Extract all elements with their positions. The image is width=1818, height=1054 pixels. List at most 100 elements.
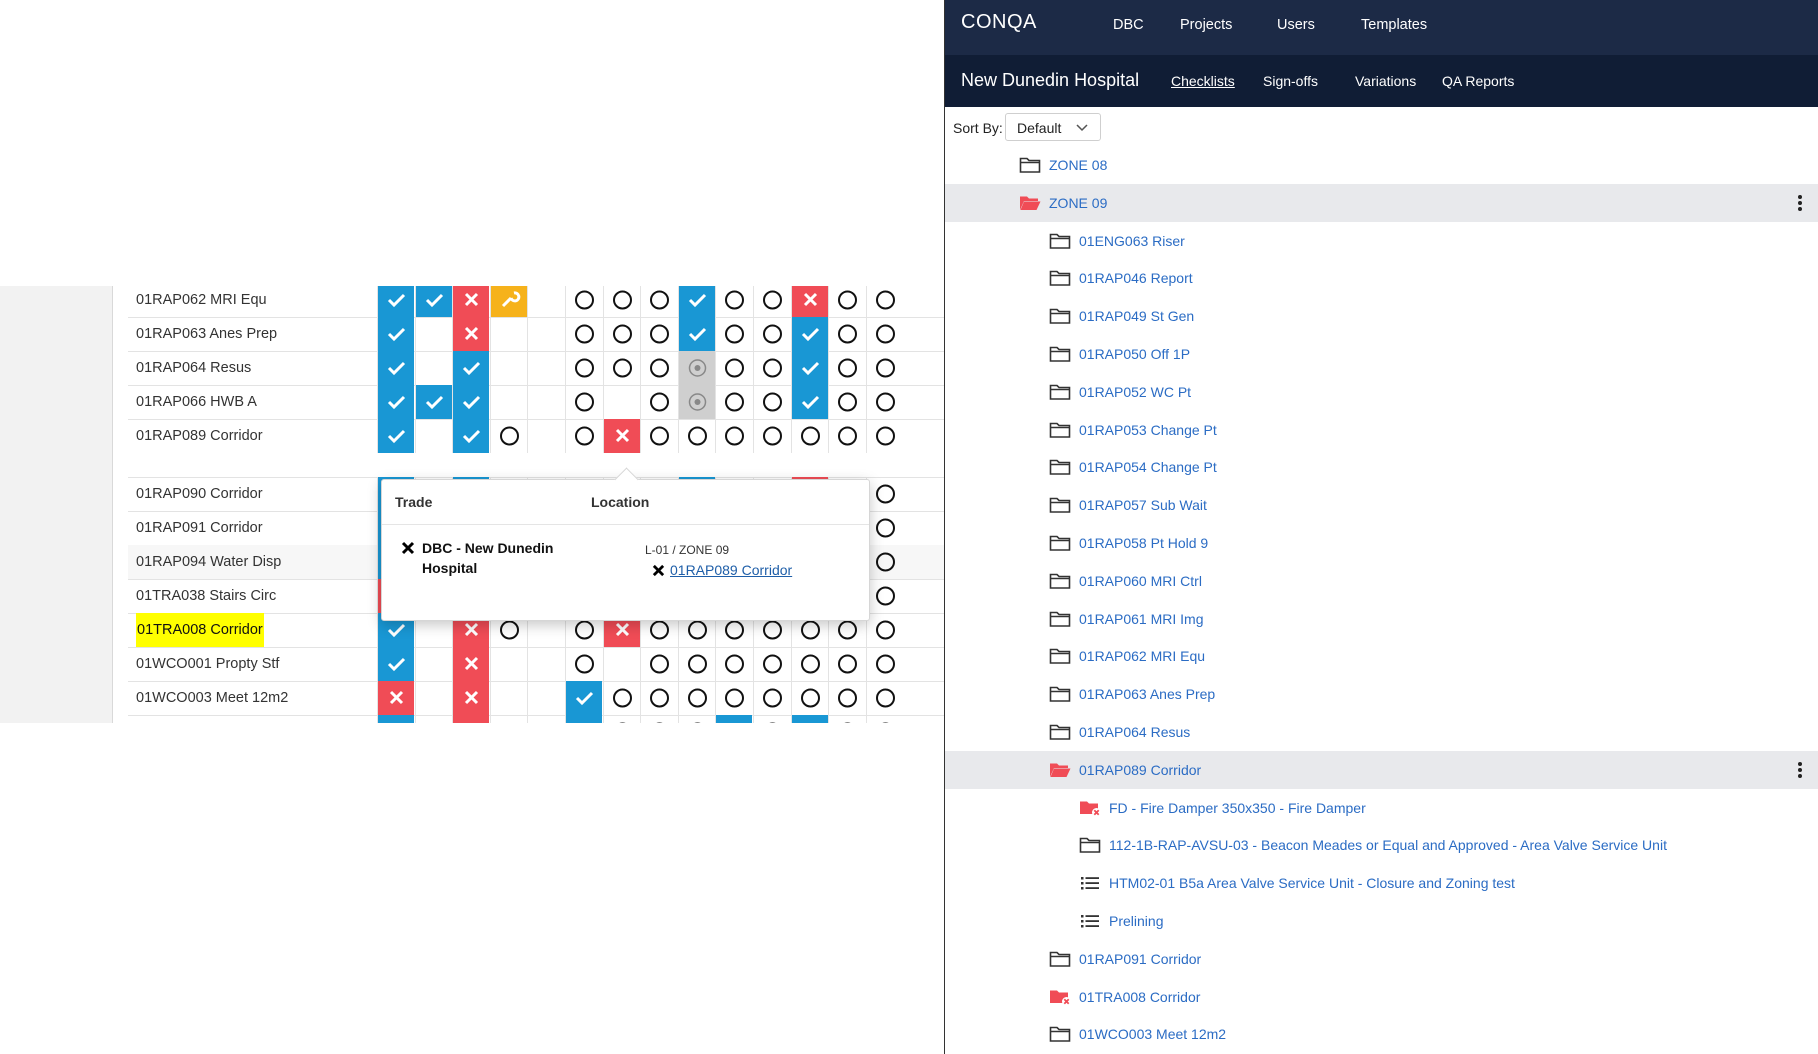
tree-item-label[interactable]: 01RAP053 Change Pt <box>1079 422 1217 438</box>
grid-row[interactable]: 01WCO003 Meet 12m2 <box>128 681 944 716</box>
status-cell[interactable] <box>414 647 452 681</box>
grid-row[interactable]: 01RAP066 HWB A <box>128 385 944 420</box>
status-cell[interactable] <box>677 286 715 317</box>
tree-item[interactable]: 01RAP062 MRI Equ <box>945 637 1818 675</box>
tree-item[interactable]: 01TRA008 Corridor <box>945 978 1818 1016</box>
status-cell[interactable] <box>602 419 640 453</box>
tree-item-label[interactable]: FD - Fire Damper 350x350 - Fire Damper <box>1109 800 1366 816</box>
row-label[interactable]: 01RAP063 Anes Prep <box>136 317 277 351</box>
tree-item-label[interactable]: 01RAP050 Off 1P <box>1079 346 1190 362</box>
row-label[interactable]: 01RAP066 HWB A <box>136 385 257 419</box>
row-label[interactable]: 01RAP094 Water Disp <box>136 545 281 579</box>
tree-item[interactable]: ZONE 08 <box>945 146 1818 184</box>
tab-checklists[interactable]: Checklists <box>1171 73 1235 89</box>
tree-item[interactable]: 01RAP049 St Gen <box>945 297 1818 335</box>
status-cell[interactable] <box>865 579 903 613</box>
status-cell[interactable] <box>677 681 715 715</box>
tree-item-label[interactable]: ZONE 08 <box>1049 157 1107 173</box>
grid-row[interactable]: 01RAP064 Resus <box>128 351 944 386</box>
status-cell[interactable] <box>377 715 414 723</box>
nav-users[interactable]: Users <box>1277 17 1315 33</box>
status-cell[interactable] <box>602 317 640 351</box>
tree-item-label[interactable]: 01RAP052 WC Pt <box>1079 384 1191 400</box>
status-cell[interactable] <box>753 715 790 723</box>
status-cell[interactable] <box>565 647 602 681</box>
tree-item-label[interactable]: Prelining <box>1109 913 1163 929</box>
grid-row[interactable]: 01RAP062 MRI Equ <box>128 286 944 318</box>
tree-item-label[interactable]: 01RAP060 MRI Ctrl <box>1079 573 1202 589</box>
status-cell[interactable] <box>865 351 903 385</box>
status-cell[interactable] <box>452 647 490 681</box>
tree-item-label[interactable]: 01ENG063 Riser <box>1079 233 1185 249</box>
status-cell[interactable] <box>489 419 527 453</box>
status-cell[interactable] <box>602 715 640 723</box>
row-label[interactable]: 01RAP064 Resus <box>136 351 251 385</box>
status-cell[interactable] <box>414 317 452 351</box>
tree-item[interactable]: HTM02-01 B5a Area Valve Service Unit - C… <box>945 864 1818 902</box>
status-cell[interactable] <box>640 647 677 681</box>
status-cell[interactable] <box>677 419 715 453</box>
status-cell[interactable] <box>527 419 564 453</box>
status-cell[interactable] <box>414 681 452 715</box>
status-cell[interactable] <box>865 511 903 545</box>
status-cell[interactable] <box>715 419 752 453</box>
status-cell[interactable] <box>677 351 715 385</box>
tree-item[interactable]: 01RAP063 Anes Prep <box>945 675 1818 713</box>
tree-item-label[interactable]: 01RAP046 Report <box>1079 270 1193 286</box>
status-cell[interactable] <box>828 715 865 723</box>
tree-item[interactable]: Prelining <box>945 902 1818 940</box>
status-cell[interactable] <box>527 286 564 317</box>
tree-item[interactable]: 01RAP061 MRI Img <box>945 600 1818 638</box>
tree-item-label[interactable]: HTM02-01 B5a Area Valve Service Unit - C… <box>1109 875 1515 891</box>
tree-item-label[interactable]: 01WCO003 Meet 12m2 <box>1079 1026 1226 1042</box>
location-link[interactable]: 01RAP089 Corridor <box>670 562 792 578</box>
status-cell[interactable] <box>865 317 903 351</box>
grid-row[interactable]: 01RAP063 Anes Prep <box>128 317 944 352</box>
row-label[interactable]: 01WCO001 Propty Stf <box>136 647 279 681</box>
more-options-icon[interactable] <box>1797 194 1803 212</box>
status-cell[interactable] <box>377 317 414 351</box>
status-cell[interactable] <box>452 385 490 419</box>
status-cell[interactable] <box>790 647 828 681</box>
grid-row[interactable]: 01WCO001 Propty Stf <box>128 647 944 682</box>
status-cell[interactable] <box>377 419 414 453</box>
tree-item[interactable]: FD - Fire Damper 350x350 - Fire Damper <box>945 789 1818 827</box>
tree-item[interactable]: 01WCO003 Meet 12m2 <box>945 1015 1818 1053</box>
status-cell[interactable] <box>414 286 452 317</box>
status-cell[interactable] <box>715 647 752 681</box>
status-cell[interactable] <box>715 286 752 317</box>
status-cell[interactable] <box>565 715 602 723</box>
status-cell[interactable] <box>377 647 414 681</box>
status-cell[interactable] <box>715 715 753 723</box>
status-cell[interactable] <box>677 715 715 723</box>
status-cell[interactable] <box>452 351 490 385</box>
status-cell[interactable] <box>865 419 903 453</box>
status-cell[interactable] <box>489 385 527 419</box>
status-cell[interactable] <box>715 317 752 351</box>
status-cell[interactable] <box>527 385 564 419</box>
status-cell[interactable] <box>565 317 602 351</box>
status-cell[interactable] <box>640 286 677 317</box>
status-cell[interactable] <box>640 419 677 453</box>
tab-qa-reports[interactable]: QA Reports <box>1442 73 1514 89</box>
status-cell[interactable] <box>565 385 602 419</box>
status-cell[interactable] <box>602 286 640 317</box>
tree-item-label[interactable]: 01RAP057 Sub Wait <box>1079 497 1207 513</box>
status-cell[interactable] <box>865 681 903 715</box>
row-label[interactable]: 01RAP090 Corridor <box>136 477 263 511</box>
tree-item[interactable]: 01RAP050 Off 1P <box>945 335 1818 373</box>
tab-sign-offs[interactable]: Sign-offs <box>1263 73 1318 89</box>
tree-item-label[interactable]: 01RAP049 St Gen <box>1079 308 1194 324</box>
status-cell[interactable] <box>640 681 677 715</box>
tree-item[interactable]: 01RAP046 Report <box>945 259 1818 297</box>
status-cell[interactable] <box>790 385 828 419</box>
status-cell[interactable] <box>753 419 790 453</box>
status-cell[interactable] <box>790 317 828 351</box>
status-cell[interactable] <box>828 286 865 317</box>
tree-item-label[interactable]: 01RAP063 Anes Prep <box>1079 686 1215 702</box>
status-cell[interactable] <box>715 351 752 385</box>
status-cell[interactable] <box>527 647 564 681</box>
status-cell[interactable] <box>865 647 903 681</box>
tree-item[interactable]: 01RAP052 WC Pt <box>945 373 1818 411</box>
tree-item[interactable]: 01RAP060 MRI Ctrl <box>945 562 1818 600</box>
